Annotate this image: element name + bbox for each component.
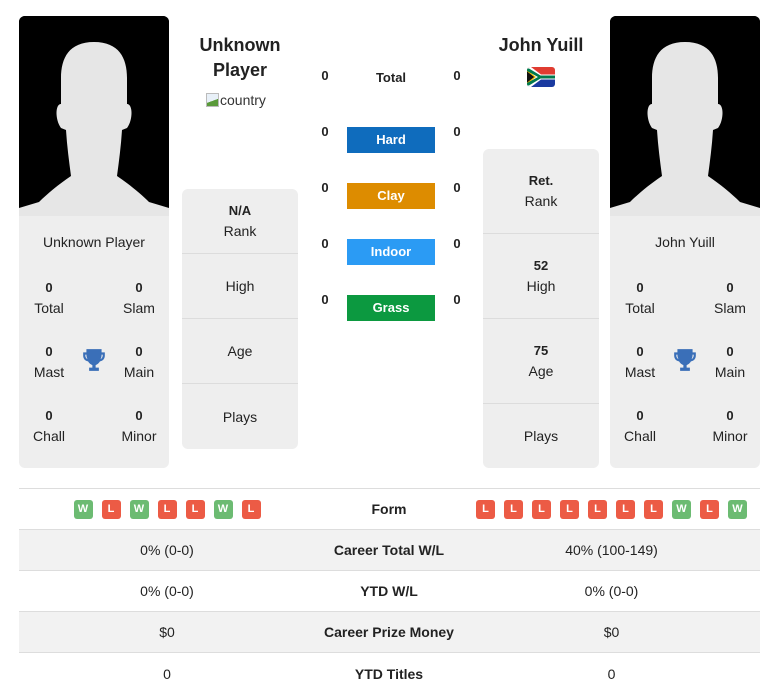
form-result-badge[interactable]: L <box>532 499 551 519</box>
player1-high: High <box>182 254 298 319</box>
player2-rank-card: Ret. Rank 52 High 75 Age Plays <box>483 149 599 468</box>
form-result-badge[interactable]: L <box>616 499 635 519</box>
surface-indoor-p1: 0 <box>321 236 329 251</box>
surface-indoor-p2: 0 <box>453 236 461 251</box>
player1-career-prize-money: $0 <box>159 624 175 640</box>
player2-header-name[interactable]: John Yuill <box>483 33 599 58</box>
player1-card: Unknown Player 0 Total 0 Slam 0 Mast 0 M… <box>19 16 169 468</box>
player1-career-total-wl: 0% (0-0) <box>140 542 194 558</box>
table-row-ytd-wl: 0% (0-0) YTD W/L 0% (0-0) <box>19 571 760 612</box>
player2-titles-minor: 0 Minor <box>712 408 748 444</box>
form-result-badge[interactable]: W <box>73 499 93 519</box>
player1-rank-card: N/A Rank High Age Plays <box>182 189 298 449</box>
player1-country-flag: country <box>206 92 266 108</box>
comparison-table: WLWLLWL Form LLLLLLLWLW 0% (0-0) Career … <box>19 488 760 694</box>
surface-clay-p1: 0 <box>321 180 329 195</box>
form-result-badge[interactable]: L <box>588 499 607 519</box>
surface-hard-p2: 0 <box>453 124 461 139</box>
player2-photo <box>610 16 760 216</box>
player2-career-total-wl: 40% (100-149) <box>565 542 658 558</box>
surface-clay-p2: 0 <box>453 180 461 195</box>
player1-age: Age <box>182 319 298 384</box>
surface-row-clay: 0 Clay 0 <box>312 179 468 209</box>
surface-grass-p1: 0 <box>321 292 329 307</box>
player2-ytd-wl: 0% (0-0) <box>584 583 639 599</box>
row-label-career-prize-money: Career Prize Money <box>324 624 454 640</box>
form-result-badge[interactable]: L <box>644 499 663 519</box>
form-result-badge[interactable]: L <box>157 499 177 519</box>
player2-plays: Plays <box>523 428 559 444</box>
player1-titles-mast: 0 Mast <box>33 344 65 380</box>
surface-grass-p2: 0 <box>453 292 461 307</box>
player1-titles-main: 0 Main <box>123 344 155 380</box>
player2-titles-slam: 0 Slam <box>714 280 746 316</box>
row-label-ytd-wl: YTD W/L <box>360 583 418 599</box>
trophy-icon <box>674 349 696 371</box>
avatar-silhouette-icon <box>19 16 169 216</box>
player1-titles-chall: 0 Chall <box>33 408 65 444</box>
broken-image-icon <box>206 93 219 107</box>
surface-hard-p1: 0 <box>321 124 329 139</box>
player1-rank: N/A Rank <box>182 189 298 254</box>
form-result-badge[interactable]: L <box>504 499 523 519</box>
form-result-badge[interactable]: W <box>129 499 149 519</box>
surface-clay-badge: Clay <box>347 183 435 209</box>
surface-row-indoor: 0 Indoor 0 <box>312 235 468 265</box>
surface-row-grass: 0 Grass 0 <box>312 291 468 321</box>
player1-header-name[interactable]: Unknown Player <box>182 33 298 83</box>
form-result-badge[interactable]: L <box>560 499 579 519</box>
form-result-badge[interactable]: L <box>476 499 495 519</box>
south-africa-flag-icon <box>527 67 555 87</box>
player1-ytd-wl: 0% (0-0) <box>140 583 194 599</box>
player1-titles-minor: 0 Minor <box>121 408 157 444</box>
player1-titles-slam: 0 Slam <box>123 280 155 316</box>
surface-indoor-badge: Indoor <box>347 239 435 265</box>
player1-photo <box>19 16 169 216</box>
form-result-badge[interactable]: W <box>672 499 691 519</box>
player1-plays: Plays <box>222 408 258 425</box>
trophy-icon <box>83 349 105 371</box>
form-result-badge[interactable]: W <box>213 499 233 519</box>
surface-grass-badge: Grass <box>347 295 435 321</box>
form-result-badge[interactable]: L <box>101 499 121 519</box>
player2-rank: Ret. Rank <box>483 149 599 234</box>
player2-age: 75 Age <box>483 319 599 404</box>
player1-form: WLWLLWL <box>19 499 315 519</box>
surface-total-p2: 0 <box>453 68 461 83</box>
form-result-badge[interactable]: L <box>241 499 261 519</box>
player2-titles-main: 0 Main <box>714 344 746 380</box>
player2-titles-total: 0 Total <box>625 280 655 316</box>
form-result-badge[interactable]: L <box>700 499 719 519</box>
row-label-career-total-wl: Career Total W/L <box>333 542 445 558</box>
player2-form: LLLLLLLWLW <box>463 499 760 519</box>
table-row-career-total-wl: 0% (0-0) Career Total W/L 40% (100-149) <box>19 530 760 571</box>
form-result-badge[interactable]: W <box>728 499 747 519</box>
player2-card: John Yuill 0 Total 0 Slam 0 Mast 0 Main … <box>610 16 760 468</box>
player2-high: 52 High <box>483 234 599 319</box>
avatar-silhouette-icon <box>610 16 760 216</box>
surface-total-label: Total <box>375 70 407 85</box>
row-label-ytd-titles: YTD Titles <box>354 665 424 682</box>
player2-titles-chall: 0 Chall <box>624 408 656 444</box>
surface-hard-badge: Hard <box>347 127 435 153</box>
player2-career-prize-money: $0 <box>603 624 620 640</box>
player1-titles-total: 0 Total <box>34 280 64 316</box>
row-label-form: Form <box>371 501 407 517</box>
surface-row-total: 0 Total 0 <box>312 67 468 95</box>
surface-total-p1: 0 <box>321 68 329 83</box>
player1-card-name: Unknown Player <box>43 234 145 250</box>
table-row-career-prize-money: $0 Career Prize Money $0 <box>19 612 760 653</box>
player2-titles-mast: 0 Mast <box>624 344 656 380</box>
player1-ytd-titles: 0 <box>163 665 171 682</box>
player2-ytd-titles: 0 <box>607 665 616 682</box>
form-result-badge[interactable]: L <box>185 499 205 519</box>
table-row-form: WLWLLWL Form LLLLLLLWLW <box>19 489 760 530</box>
table-row-ytd-titles: 0 YTD Titles 0 <box>19 653 760 694</box>
surface-row-hard: 0 Hard 0 <box>312 123 468 153</box>
player2-card-name: John Yuill <box>655 234 715 250</box>
